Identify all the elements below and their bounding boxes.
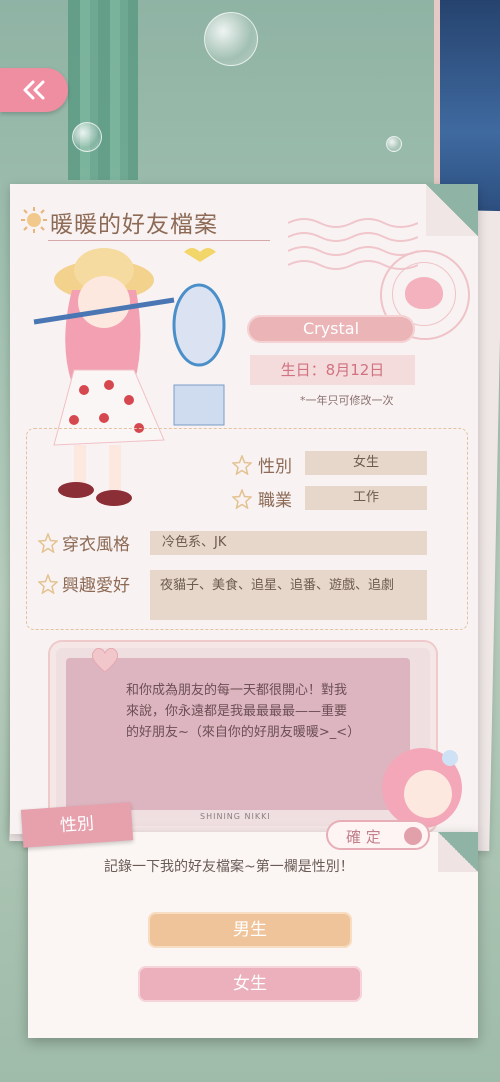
sun-icon [21, 207, 47, 233]
birthday-field[interactable]: 生日：8月12日 [250, 355, 415, 385]
back-button[interactable] [0, 68, 68, 112]
signature: SHINING NIKKI [200, 812, 271, 821]
player-name[interactable]: Crystal [247, 315, 415, 343]
confirm-button[interactable]: 確 定 [326, 820, 430, 850]
dialog-tag: 性別 [20, 802, 134, 848]
confirm-label: 確 定 [346, 828, 381, 846]
check-icon [404, 827, 422, 845]
star-icon [38, 533, 58, 553]
birthday-note: *一年只可修改一次 [300, 394, 394, 407]
style-label: 穿衣風格 [62, 535, 130, 555]
job-label: 職業 [258, 491, 292, 511]
page-fold [426, 184, 478, 236]
double-chevron-left-icon [23, 80, 45, 100]
page-fold [438, 832, 478, 872]
job-value[interactable]: 工作 [305, 486, 427, 510]
option-male-button[interactable]: 男生 [148, 912, 352, 948]
style-value[interactable]: 冷色系、JK [150, 531, 427, 555]
friend-message[interactable]: 和你成為朋友的每一天都很開心！對我來說，你永遠都是我最最最最——重要的好朋友~（… [126, 680, 360, 743]
cat-icon [405, 277, 443, 309]
bubble [72, 122, 102, 152]
bubble [204, 12, 258, 66]
hobby-value[interactable]: 夜貓子、美食、追星、追番、遊戲、追劇 [150, 570, 427, 620]
dialog-prompt: 記錄一下我的好友檔案~第一欄是性別！ [104, 859, 354, 875]
star-icon [38, 574, 58, 594]
bubble [386, 136, 402, 152]
gender-label: 性別 [258, 457, 292, 477]
star-icon [232, 455, 252, 475]
option-female-button[interactable]: 女生 [138, 966, 362, 1002]
heart-icon [91, 647, 119, 673]
hobby-label: 興趣愛好 [62, 576, 130, 596]
star-icon [232, 489, 252, 509]
gender-value[interactable]: 女生 [305, 451, 427, 475]
curtain [68, 0, 138, 180]
page-title: 暖暖的好友檔案 [50, 212, 218, 238]
